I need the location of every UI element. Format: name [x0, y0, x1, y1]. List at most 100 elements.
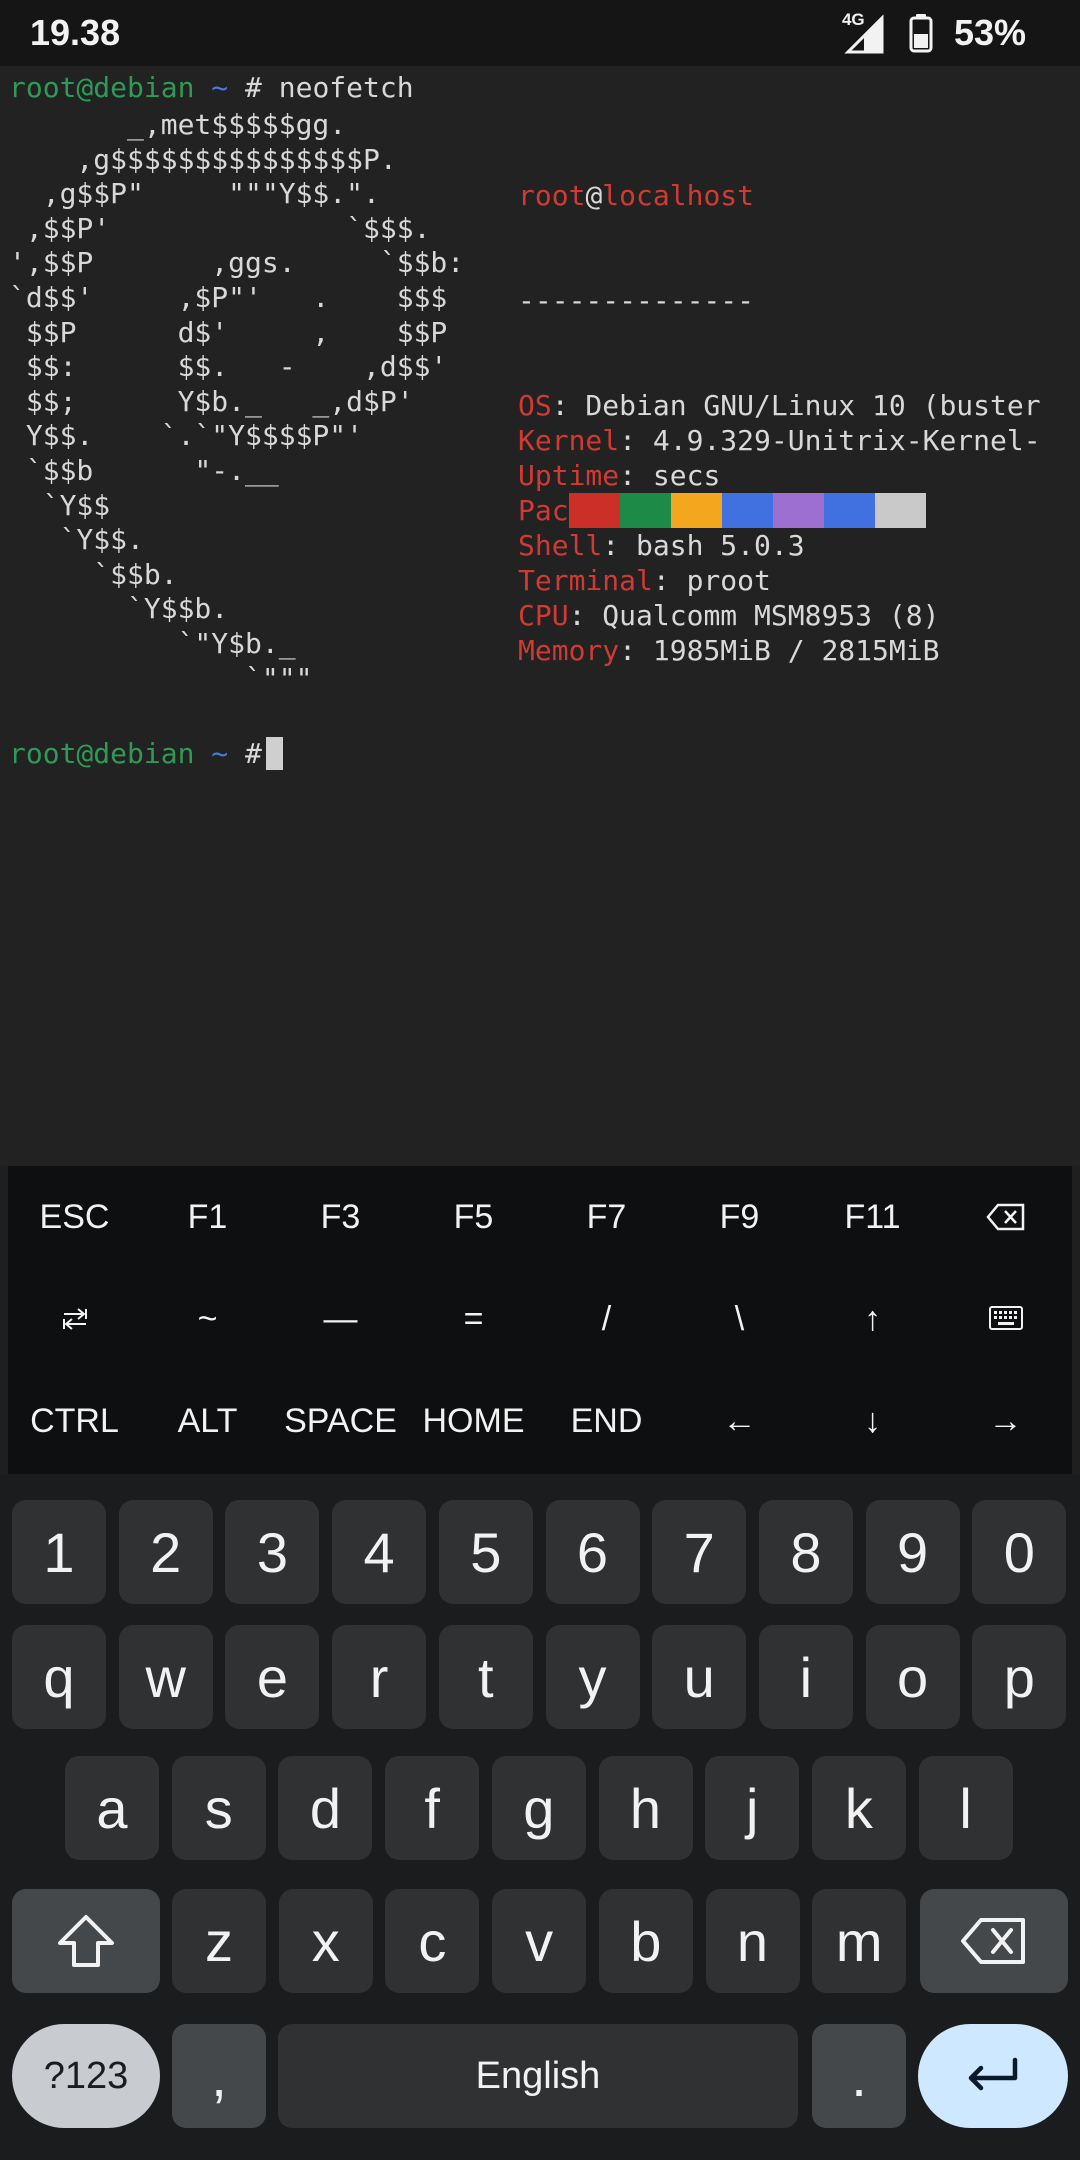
key-y[interactable]: y	[545, 1625, 640, 1729]
key-i[interactable]: i	[758, 1625, 853, 1729]
info-title: root@localhost	[518, 178, 1078, 213]
key-f[interactable]: f	[385, 1756, 480, 1860]
prompt-symbol: #	[245, 737, 262, 770]
prompt-path: ~	[211, 71, 229, 104]
key-a[interactable]: a	[65, 1756, 159, 1860]
key-6[interactable]: 6	[545, 1500, 640, 1604]
key-f3[interactable]: F3	[274, 1166, 407, 1268]
key-f11[interactable]: F11	[806, 1166, 939, 1268]
key-esc[interactable]: ESC	[8, 1166, 141, 1268]
shift-key-icon[interactable]	[12, 1889, 160, 1993]
command-text: neofetch	[278, 71, 414, 104]
key-j[interactable]: j	[705, 1756, 800, 1860]
key-7[interactable]: 7	[652, 1500, 747, 1604]
key-p[interactable]: p	[972, 1625, 1067, 1729]
key-w[interactable]: w	[118, 1625, 213, 1729]
key-2[interactable]: 2	[118, 1500, 213, 1604]
symbols-key[interactable]: ?123	[12, 2024, 160, 2128]
key-l[interactable]: l	[918, 1756, 1013, 1860]
key-up-arrow[interactable]: ↑	[806, 1268, 939, 1370]
key-x[interactable]: x	[278, 1889, 373, 1993]
debian-ascii-logo: _,met$$$$$gg. ,g$$$$$$$$$$$$$$$P. ,g$$P"…	[9, 108, 464, 696]
ascii-logo-line: Y$$. `.`"Y$$$$P"'	[9, 419, 364, 453]
key-1[interactable]: 1	[12, 1500, 106, 1604]
key-tilde[interactable]: ~	[141, 1268, 274, 1370]
key-alt[interactable]: ALT	[141, 1370, 274, 1472]
comma-key[interactable]: ,	[172, 2024, 266, 2128]
extra-keys-row-3: CTRL ALT SPACE HOME END ← ↓ →	[8, 1370, 1072, 1472]
key-space[interactable]: SPACE	[274, 1370, 407, 1472]
ascii-logo-line: `Y$$b.	[9, 592, 229, 626]
key-equals[interactable]: =	[407, 1268, 540, 1370]
color-swatch	[773, 493, 824, 528]
key-slash[interactable]: /	[540, 1268, 673, 1370]
key-g[interactable]: g	[491, 1756, 586, 1860]
key-v[interactable]: v	[492, 1889, 587, 1993]
key-f5[interactable]: F5	[407, 1166, 540, 1268]
prompt-user: root@debian	[9, 737, 195, 770]
key-q[interactable]: q	[12, 1625, 106, 1729]
key-d[interactable]: d	[278, 1756, 373, 1860]
info-value: : secs	[619, 459, 721, 492]
info-at: @	[585, 179, 603, 212]
key-backslash[interactable]: \	[673, 1268, 806, 1370]
battery-icon	[898, 10, 944, 56]
key-r[interactable]: r	[332, 1625, 427, 1729]
key-o[interactable]: o	[865, 1625, 960, 1729]
key-0[interactable]: 0	[972, 1500, 1067, 1604]
key-s[interactable]: s	[171, 1756, 266, 1860]
key-k[interactable]: k	[811, 1756, 906, 1860]
key-h[interactable]: h	[598, 1756, 693, 1860]
prompt-symbol: #	[245, 71, 262, 104]
tab-key-icon[interactable]	[8, 1268, 141, 1370]
info-key: Uptime	[518, 459, 620, 492]
ascii-logo-line: `"""	[9, 661, 313, 695]
key-3[interactable]: 3	[225, 1500, 320, 1604]
keyboard-row-q: qwertyuiop	[0, 1625, 1080, 1729]
color-swatch	[671, 493, 722, 528]
color-palette	[569, 493, 926, 528]
key-z[interactable]: z	[172, 1889, 266, 1993]
key-u[interactable]: u	[652, 1625, 747, 1729]
active-prompt-line[interactable]: root@debian ~ #	[9, 736, 283, 771]
key-right-arrow[interactable]: →	[939, 1370, 1072, 1472]
key-5[interactable]: 5	[438, 1500, 533, 1604]
key-t[interactable]: t	[438, 1625, 533, 1729]
ascii-logo-line: `$$b "-.__	[9, 453, 279, 487]
info-row-memory: Memory: 1985MiB / 2815MiB	[518, 633, 1078, 668]
key-f1[interactable]: F1	[141, 1166, 274, 1268]
ascii-logo-line: $$P d$' , $$P	[9, 315, 448, 349]
key-c[interactable]: c	[385, 1889, 480, 1993]
key-n[interactable]: n	[705, 1889, 800, 1993]
key-end[interactable]: END	[540, 1370, 673, 1472]
key-f9[interactable]: F9	[673, 1166, 806, 1268]
key-9[interactable]: 9	[865, 1500, 960, 1604]
space-key[interactable]: English	[278, 2024, 798, 2128]
key-8[interactable]: 8	[758, 1500, 853, 1604]
keyboard-number-row: 1234567890	[0, 1500, 1080, 1604]
key-ctrl[interactable]: CTRL	[8, 1370, 141, 1472]
key-home[interactable]: HOME	[407, 1370, 540, 1472]
info-row-cpu: CPU: Qualcomm MSM8953 (8)	[518, 598, 1078, 633]
info-value: : 1985MiB / 2815MiB	[619, 634, 940, 667]
info-user: root	[518, 179, 586, 212]
keyboard-icon[interactable]	[939, 1268, 1072, 1370]
enter-key-icon[interactable]	[918, 2024, 1068, 2128]
delete-key-icon[interactable]	[939, 1166, 1072, 1268]
key-4[interactable]: 4	[332, 1500, 427, 1604]
backspace-key-icon[interactable]	[920, 1889, 1068, 1993]
key-f7[interactable]: F7	[540, 1166, 673, 1268]
key-b[interactable]: b	[598, 1889, 693, 1993]
ascii-logo-line: ',$$P ,ggs. `$$b:	[9, 246, 465, 280]
key-e[interactable]: e	[225, 1625, 320, 1729]
key-dash[interactable]: —	[274, 1268, 407, 1370]
key-down-arrow[interactable]: ↓	[806, 1370, 939, 1472]
info-separator: --------------	[518, 284, 755, 317]
info-value: : bash 5.0.3	[602, 529, 805, 562]
key-left-arrow[interactable]: ←	[673, 1370, 806, 1472]
period-key[interactable]: .	[812, 2024, 906, 2128]
terminal-view[interactable]: root@debian ~ # neofetch _,met$$$$$gg. ,…	[0, 66, 1080, 1166]
key-m[interactable]: m	[812, 1889, 907, 1993]
info-key: OS	[518, 389, 552, 422]
system-info: root@localhost -------------- OS: Debian…	[518, 108, 1078, 738]
